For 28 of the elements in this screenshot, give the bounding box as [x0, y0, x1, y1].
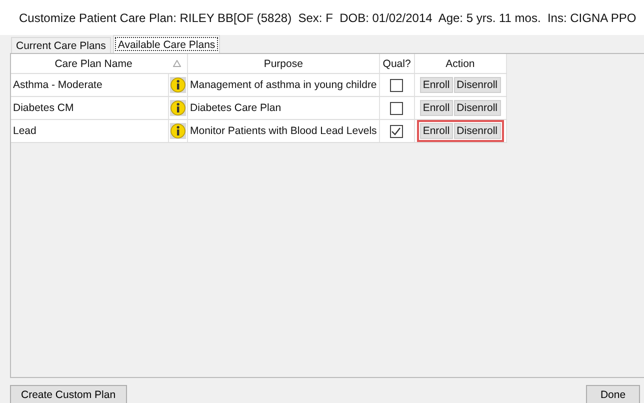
tab[interactable]: Current Care Plans	[11, 37, 111, 53]
column-header[interactable]: Action	[414, 54, 506, 74]
action-button[interactable]: Enroll	[420, 123, 453, 139]
column-header[interactable]: Qual?	[379, 54, 414, 74]
table-cell: Diabetes Care Plan	[188, 96, 380, 120]
tab[interactable]: Available Care Plans	[112, 35, 220, 53]
info-icon[interactable]	[170, 77, 186, 93]
table-cell: Monitor Patients with Blood Lead Levels	[188, 120, 380, 142]
info-icon[interactable]	[170, 100, 186, 116]
action-button[interactable]: Disenroll	[454, 100, 501, 116]
window-title: Customize Patient Care Plan: RILEY BB[OF (5828) Sex: F DOB: 01/02/2014 Age: 5 yrs. 11 mos. Ins: CIGNA PPO	[19, 10, 636, 24]
dialog-button[interactable]: Done	[586, 385, 640, 403]
checkbox[interactable]	[390, 78, 404, 92]
column-header[interactable]: Care Plan Name	[11, 54, 188, 74]
table-cell: Lead	[11, 120, 168, 142]
checkbox[interactable]	[390, 124, 404, 138]
column-header[interactable]: Purpose	[188, 54, 380, 74]
table-cell: Asthma - Moderate	[11, 74, 168, 96]
info-icon[interactable]	[170, 123, 186, 139]
action-button[interactable]: Disenroll	[454, 77, 501, 93]
action-button[interactable]: Enroll	[420, 77, 453, 93]
table-cell: Diabetes CM	[11, 96, 168, 120]
checkbox[interactable]	[390, 102, 404, 114]
dialog-button[interactable]: Create Custom Plan	[10, 385, 127, 403]
action-button[interactable]: Enroll	[420, 100, 453, 116]
table-cell: Management of asthma in young childre	[188, 74, 380, 96]
action-button[interactable]: Disenroll	[454, 123, 501, 139]
sort-arrow-icon	[173, 60, 181, 67]
